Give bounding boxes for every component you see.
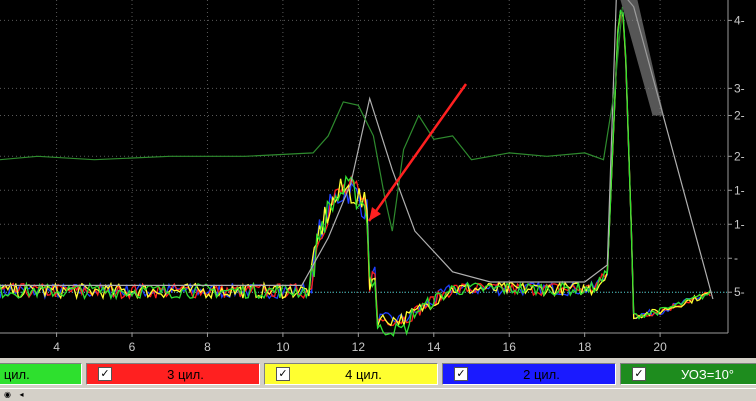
trace-green-wide <box>0 6 623 232</box>
y-tick-label: - <box>734 251 738 265</box>
channel-2-checkbox[interactable]: ✓ <box>454 367 468 381</box>
legend-channel-4[interactable]: ✓ 4 цил. <box>264 363 438 385</box>
status-bar: ◉ ◂ <box>0 388 756 401</box>
cylinder-trace-1 <box>0 9 711 326</box>
legend-ignition-timing-label: УОЗ=10° <box>680 366 735 382</box>
y-tick-label: 3- <box>734 81 745 95</box>
legend-channel-1-label: 1 цил. <box>0 366 30 382</box>
channel-legend: 1 цил. ✓ 3 цил. ✓ 4 цил. ✓ 2 цил. ✓ УОЗ=… <box>0 358 756 388</box>
annotation-arrowhead <box>369 207 381 221</box>
y-tick-label: 1- <box>734 183 745 197</box>
annotation-arrow <box>367 83 468 222</box>
oscillogram-plot: 4 6 8 10 12 14 16 18 20 4- 3- 2- 2- 1- 1- - 5- <box>0 0 756 358</box>
scroll-left-icon[interactable]: ◂ <box>16 390 27 400</box>
x-tick-label: 6 <box>129 340 136 354</box>
legend-channel-2-label: 2 цил. <box>523 366 560 382</box>
ignition-timing-checkbox[interactable]: ✓ <box>632 367 646 381</box>
y-tick-label: 4- <box>734 13 745 27</box>
x-tick-label: 8 <box>204 340 211 354</box>
legend-channel-4-label: 4 цил. <box>345 366 382 382</box>
channel-3-checkbox[interactable]: ✓ <box>98 367 112 381</box>
legend-channel-1[interactable]: 1 цил. <box>0 363 82 385</box>
y-tick-label: 2- <box>734 149 745 163</box>
x-tick-label: 14 <box>427 340 441 354</box>
y-tick-label: 5- <box>734 285 745 299</box>
y-tick-label: 2- <box>734 109 745 123</box>
legend-channel-3-label: 3 цил. <box>167 366 204 382</box>
legend-channel-3[interactable]: ✓ 3 цил. <box>86 363 260 385</box>
record-icon[interactable]: ◉ <box>2 390 13 400</box>
x-tick-label: 4 <box>53 340 60 354</box>
x-tick-label: 18 <box>578 340 592 354</box>
legend-ignition-timing[interactable]: ✓ УОЗ=10° <box>620 363 756 385</box>
channel-4-checkbox[interactable]: ✓ <box>276 367 290 381</box>
x-tick-label: 20 <box>653 340 667 354</box>
trace-grey <box>0 0 714 300</box>
x-tick-label: 12 <box>352 340 366 354</box>
x-tick-label: 10 <box>276 340 290 354</box>
y-tick-label: 1- <box>734 217 745 231</box>
legend-channel-2[interactable]: ✓ 2 цил. <box>442 363 616 385</box>
x-tick-label: 16 <box>503 340 517 354</box>
